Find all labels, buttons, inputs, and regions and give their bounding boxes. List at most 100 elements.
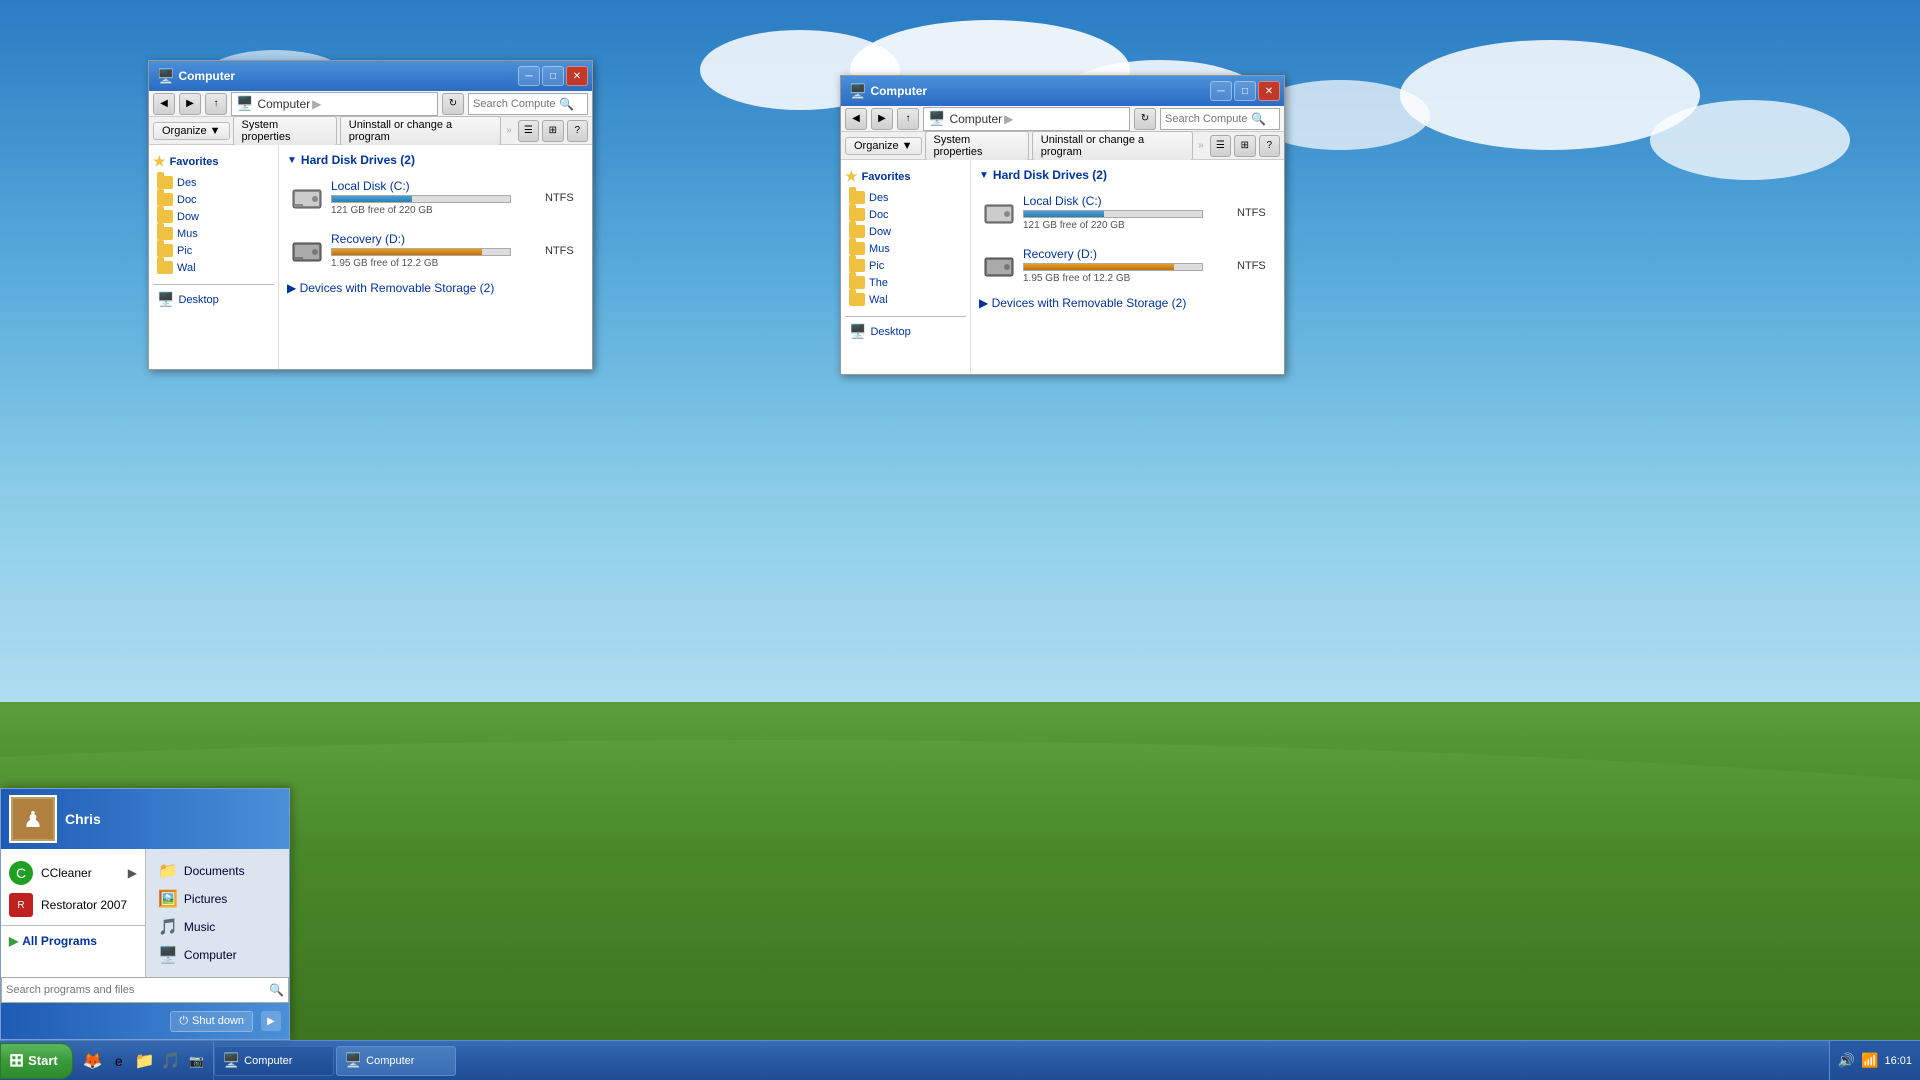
windows-logo-icon: ⊞ — [9, 1050, 24, 1071]
taskbar-item-computer-2[interactable]: 🖥️ Computer — [336, 1046, 456, 1076]
drive-c-1[interactable]: Local Disk (C:) 121 GB free of 220 GB NT… — [287, 175, 584, 220]
sidebar-item-mus-2[interactable]: Mus — [845, 240, 966, 257]
view-toggle-4[interactable]: ⊞ — [1234, 135, 1255, 157]
drive-c-icon-2 — [983, 197, 1015, 229]
system-properties-button-1[interactable]: System properties — [233, 116, 337, 146]
close-button-2[interactable]: ✕ — [1258, 81, 1280, 101]
titlebar-2[interactable]: 🖥️ Computer ─ □ ✕ — [841, 76, 1284, 106]
address-refresh-1[interactable]: ↻ — [442, 93, 464, 115]
uninstall-button-2[interactable]: Uninstall or change a program — [1032, 131, 1193, 161]
start-right-music[interactable]: 🎵 Music — [146, 913, 289, 941]
sidebar-desktop-1[interactable]: 🖥️ Desktop — [153, 289, 274, 310]
desktop-icon-1: 🖥️ — [157, 291, 174, 308]
start-button[interactable]: ⊞ Start — [0, 1043, 73, 1079]
view-toggle-2[interactable]: ⊞ — [542, 120, 563, 142]
search-input-1[interactable] — [469, 98, 559, 110]
organize-button-1[interactable]: Organize ▼ — [153, 122, 230, 140]
drive-c-fs-2: NTFS — [1237, 207, 1272, 219]
media-ql-icon[interactable]: 🎵 — [159, 1049, 183, 1073]
content-area-2: ★ Favorites Des Doc Dow Mus — [841, 160, 1284, 374]
address-bar-1[interactable]: 🖥️ Computer ▶ — [231, 92, 438, 116]
close-button-1[interactable]: ✕ — [566, 66, 588, 86]
start-search-bar[interactable]: 🔍 — [1, 977, 289, 1003]
drive-d-2[interactable]: Recovery (D:) 1.95 GB free of 12.2 GB NT… — [979, 243, 1276, 288]
sidebar-item-wal-2[interactable]: Wal — [845, 291, 966, 308]
up-button-2[interactable]: ↑ — [897, 108, 919, 130]
drive-d-name-1[interactable]: Recovery (D:) — [331, 232, 529, 246]
pictures-icon: 🖼️ — [158, 889, 178, 909]
drive-c-2[interactable]: Local Disk (C:) 121 GB free of 220 GB NT… — [979, 190, 1276, 235]
start-right-documents[interactable]: 📁 Documents — [146, 857, 289, 885]
drive-c-name-1[interactable]: Local Disk (C:) — [331, 179, 529, 193]
more-options-icon-1[interactable]: » — [506, 125, 512, 136]
view-toggle-3[interactable]: ☰ — [1210, 135, 1231, 157]
back-button-2[interactable]: ◀ — [845, 108, 867, 130]
search-input-2[interactable] — [1161, 113, 1251, 125]
start-search-input[interactable] — [6, 984, 269, 996]
drive-c-name-2[interactable]: Local Disk (C:) — [1023, 194, 1221, 208]
up-button-1[interactable]: ↑ — [205, 93, 227, 115]
titlebar-1[interactable]: 🖥️ Computer ─ □ ✕ — [149, 61, 592, 91]
sidebar-item-des-2[interactable]: Des — [845, 189, 966, 206]
start-menu: ♟ Chris C CCleaner ▶ R Restorator 2007 ▶… — [0, 788, 290, 1040]
maximize-button-1[interactable]: □ — [542, 66, 564, 86]
folder-ql-icon[interactable]: 📁 — [133, 1049, 157, 1073]
back-button-1[interactable]: ◀ — [153, 93, 175, 115]
organize-button-2[interactable]: Organize ▼ — [845, 137, 922, 155]
sidebar-item-doc-1[interactable]: Doc — [153, 191, 274, 208]
drive-c-bar-container-2 — [1023, 210, 1203, 218]
ie-icon[interactable]: e — [107, 1049, 131, 1073]
maximize-button-2[interactable]: □ — [1234, 81, 1256, 101]
nav-bar-1: ◀ ▶ ↑ 🖥️ Computer ▶ ↻ 🔍 — [149, 91, 592, 117]
drive-d-1[interactable]: Recovery (D:) 1.95 GB free of 12.2 GB NT… — [287, 228, 584, 273]
address-bar-2[interactable]: 🖥️ Computer ▶ — [923, 107, 1130, 131]
network-icon[interactable]: 📶 — [1861, 1052, 1878, 1069]
search-box-2[interactable]: 🔍 — [1160, 108, 1280, 130]
sidebar-item-wal-1[interactable]: Wal — [153, 259, 274, 276]
system-properties-button-2[interactable]: System properties — [925, 131, 1029, 161]
sidebar-item-dow-2[interactable]: Dow — [845, 223, 966, 240]
drive-d-icon-1 — [291, 235, 323, 267]
taskbar-item-computer-1[interactable]: 🖥️ Computer — [214, 1046, 334, 1076]
forward-button-2[interactable]: ▶ — [871, 108, 893, 130]
removable-toggle-1[interactable]: ▶ — [287, 281, 296, 295]
sidebar-item-dow-1[interactable]: Dow — [153, 208, 274, 225]
start-right-pictures[interactable]: 🖼️ Pictures — [146, 885, 289, 913]
sidebar-item-the-2[interactable]: The — [845, 274, 966, 291]
more-options-icon-2[interactable]: » — [1198, 140, 1204, 151]
view-toggle-1[interactable]: ☰ — [518, 120, 539, 142]
uninstall-button-1[interactable]: Uninstall or change a program — [340, 116, 501, 146]
shut-down-button[interactable]: ⏻ Shut down — [170, 1011, 253, 1032]
address-refresh-2[interactable]: ↻ — [1134, 108, 1156, 130]
sidebar-item-doc-2[interactable]: Doc — [845, 206, 966, 223]
sidebar-item-des-1[interactable]: Des — [153, 174, 274, 191]
minimize-button-1[interactable]: ─ — [518, 66, 540, 86]
start-item-ccleaner[interactable]: C CCleaner ▶ — [1, 857, 145, 889]
removable-section-1[interactable]: ▶ Devices with Removable Storage (2) — [287, 281, 584, 295]
sidebar-item-pic-1[interactable]: Pic — [153, 242, 274, 259]
forward-button-1[interactable]: ▶ — [179, 93, 201, 115]
favorites-section-2: ★ Favorites Des Doc Dow Mus — [845, 168, 966, 308]
drive-d-fs-2: NTFS — [1237, 260, 1272, 272]
sidebar-item-pic-2[interactable]: Pic — [845, 257, 966, 274]
extra-ql-icon[interactable]: 📷 — [185, 1049, 209, 1073]
minimize-button-2[interactable]: ─ — [1210, 81, 1232, 101]
hdd-toggle-1[interactable]: ▼ — [287, 155, 297, 166]
removable-section-2[interactable]: ▶ Devices with Removable Storage (2) — [979, 296, 1276, 310]
sidebar-desktop-2[interactable]: 🖥️ Desktop — [845, 321, 966, 342]
all-programs-button[interactable]: ▶ All Programs — [1, 930, 145, 952]
removable-toggle-2[interactable]: ▶ — [979, 296, 988, 310]
start-item-restorator[interactable]: R Restorator 2007 — [1, 889, 145, 921]
drive-d-name-2[interactable]: Recovery (D:) — [1023, 247, 1221, 261]
help-button-1[interactable]: ? — [567, 120, 588, 142]
shut-down-arrow-button[interactable]: ▶ — [261, 1011, 281, 1031]
firefox-icon[interactable]: 🦊 — [81, 1049, 105, 1073]
username-label: Chris — [65, 811, 101, 827]
help-button-2[interactable]: ? — [1259, 135, 1280, 157]
organize-dropdown-icon-2: ▼ — [902, 140, 913, 152]
sidebar-item-mus-1[interactable]: Mus — [153, 225, 274, 242]
hdd-toggle-2[interactable]: ▼ — [979, 170, 989, 181]
volume-icon[interactable]: 🔊 — [1838, 1052, 1855, 1069]
search-box-1[interactable]: 🔍 — [468, 93, 588, 115]
start-right-computer[interactable]: 🖥️ Computer — [146, 941, 289, 969]
